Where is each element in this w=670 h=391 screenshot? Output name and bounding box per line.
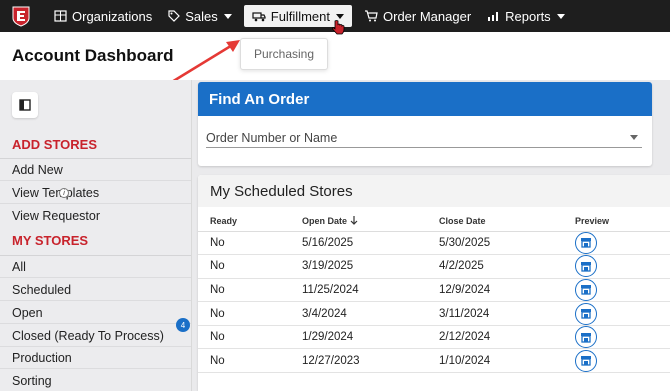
cell-preview xyxy=(575,231,670,256)
cell-close-date: 3/11/2024 xyxy=(439,301,575,326)
column-header-open-date-label: Open Date xyxy=(302,215,348,226)
nav-organizations[interactable]: Organizations xyxy=(46,0,160,32)
sort-arrow-down-icon xyxy=(350,215,358,225)
table-row: No 3/19/2025 4/2/2025 xyxy=(198,254,670,279)
sidebar-item-open[interactable]: Open xyxy=(0,302,191,324)
cell-close-date: 2/12/2024 xyxy=(439,325,575,350)
sidebar-item-closed[interactable]: Closed (Ready To Process) xyxy=(0,325,191,347)
cell-ready: No xyxy=(198,348,302,374)
cell-ready: No xyxy=(198,254,302,279)
column-header-close-date[interactable]: Close Date xyxy=(439,211,575,232)
closed-count-badge: 4 xyxy=(176,318,190,332)
panel-toggle-icon xyxy=(19,99,31,111)
page-title: Account Dashboard xyxy=(12,46,174,65)
cell-open-date: 5/16/2025 xyxy=(302,231,439,256)
sidebar-item-all[interactable]: All xyxy=(0,256,191,278)
column-header-ready[interactable]: Ready xyxy=(198,211,302,232)
sidebar-item-production[interactable]: Production xyxy=(0,347,191,369)
cell-ready: No xyxy=(198,231,302,256)
order-search-placeholder: Order Number or Name xyxy=(206,130,338,145)
chart-icon xyxy=(488,11,499,21)
cell-open-date: 12/27/2023 xyxy=(302,348,439,374)
brand-logo[interactable] xyxy=(10,5,32,27)
sidebar-heading-add-stores: ADD STORES xyxy=(12,137,97,152)
find-order-card: Find An Order Order Number or Name xyxy=(198,82,652,166)
nav-order-manager-label: Order Manager xyxy=(383,8,472,24)
chevron-down-icon xyxy=(556,13,565,19)
chevron-down-icon xyxy=(223,13,232,19)
cell-open-date: 11/25/2024 xyxy=(302,278,439,303)
cell-preview xyxy=(575,348,670,374)
sidebar-item-sorting[interactable]: Sorting xyxy=(0,370,191,391)
sidebar-item-view-requestor[interactable]: View Requestor xyxy=(0,205,191,227)
sidebar-heading-my-stores: MY STORES xyxy=(12,233,89,248)
nav-fulfillment-label: Fulfillment xyxy=(270,8,330,24)
storefront-icon xyxy=(581,238,591,248)
menu-item-purchasing[interactable]: Purchasing xyxy=(254,47,314,61)
table-row: No 11/25/2024 12/9/2024 xyxy=(198,278,670,303)
sidebar-item-view-templates[interactable]: View Templates xyxy=(0,182,191,204)
truck-icon xyxy=(252,11,266,21)
cell-close-date: 5/30/2025 xyxy=(439,231,575,256)
nav-organizations-label: Organizations xyxy=(72,8,153,24)
order-search-select[interactable]: Order Number or Name xyxy=(206,128,642,148)
table-header-row: Ready Open Date Close Date Preview xyxy=(198,211,670,232)
nav-reports[interactable]: Reports xyxy=(479,0,573,32)
cell-preview xyxy=(575,278,670,303)
storefront-icon xyxy=(581,356,591,366)
chevron-down-icon[interactable] xyxy=(630,135,638,140)
page-header: Account Dashboard xyxy=(0,32,670,80)
table-row: No 1/29/2024 2/12/2024 xyxy=(198,325,670,350)
cell-preview xyxy=(575,325,670,350)
scheduled-stores-table: Ready Open Date Close Date Preview No 5/1… xyxy=(198,211,670,374)
storefront-icon xyxy=(581,332,591,343)
cell-preview xyxy=(575,254,670,279)
preview-button[interactable] xyxy=(575,302,597,325)
nav-reports-label: Reports xyxy=(505,8,551,24)
cell-ready: No xyxy=(198,301,302,326)
nav-sales[interactable]: Sales xyxy=(160,0,240,32)
cell-open-date: 1/29/2024 xyxy=(302,325,439,350)
nav-sales-label: Sales xyxy=(185,8,218,24)
tag-icon xyxy=(168,10,181,22)
cell-preview xyxy=(575,301,670,326)
column-header-preview: Preview xyxy=(575,211,670,232)
sidebar-item-add-new[interactable]: Add New xyxy=(0,159,191,181)
table-row: No 12/27/2023 1/10/2024 xyxy=(198,348,670,374)
cell-ready: No xyxy=(198,278,302,303)
table-row: No 5/16/2025 5/30/2025 xyxy=(198,231,670,256)
find-order-title: Find An Order xyxy=(198,82,652,116)
hand-cursor-icon xyxy=(332,20,345,35)
storefront-icon xyxy=(581,285,591,296)
cell-ready: No xyxy=(198,325,302,350)
chevron-down-icon xyxy=(336,13,344,19)
cart-icon xyxy=(365,10,378,22)
building-icon xyxy=(54,10,67,22)
scheduled-stores-title: My Scheduled Stores xyxy=(210,183,353,200)
cell-close-date: 1/10/2024 xyxy=(439,348,575,374)
sidebar-toggle-button[interactable] xyxy=(12,92,38,118)
sidebar-item-scheduled[interactable]: Scheduled xyxy=(0,279,191,301)
fulfillment-dropdown-menu: Purchasing xyxy=(240,38,328,70)
column-header-open-date[interactable]: Open Date xyxy=(302,211,439,232)
preview-button[interactable] xyxy=(575,278,597,301)
table-row: No 3/4/2024 3/11/2024 xyxy=(198,301,670,326)
preview-button[interactable] xyxy=(575,326,597,349)
storefront-icon xyxy=(581,261,591,272)
cell-open-date: 3/4/2024 xyxy=(302,301,439,326)
nav-order-manager[interactable]: Order Manager xyxy=(356,0,479,32)
cell-open-date: 3/19/2025 xyxy=(302,254,439,279)
storefront-icon xyxy=(581,309,591,319)
info-icon: i xyxy=(59,188,69,198)
preview-button[interactable] xyxy=(575,349,597,372)
preview-button[interactable] xyxy=(575,255,597,278)
cell-close-date: 12/9/2024 xyxy=(439,278,575,303)
preview-button[interactable] xyxy=(575,231,597,254)
scheduled-stores-card: My Scheduled Stores Ready Open Date Clos… xyxy=(198,175,670,391)
cell-close-date: 4/2/2025 xyxy=(439,254,575,279)
